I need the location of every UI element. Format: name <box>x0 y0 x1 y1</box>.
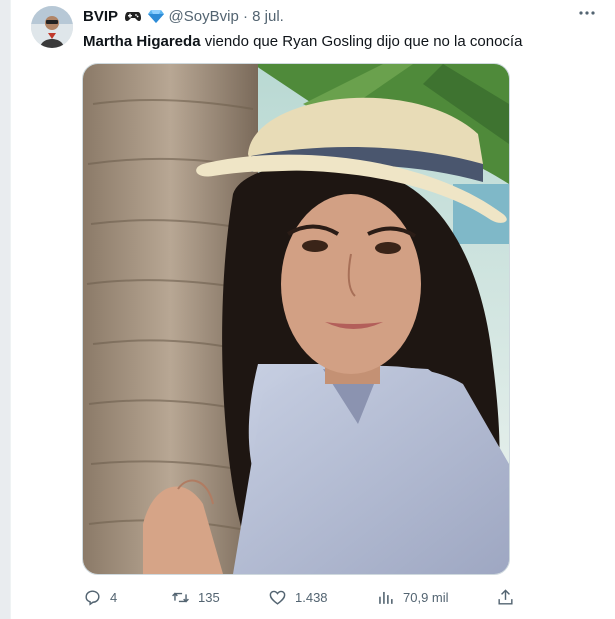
avatar[interactable] <box>31 6 73 48</box>
author-handle[interactable]: @SoyBvip <box>169 8 239 25</box>
separator-dot: · <box>242 8 248 25</box>
views-count: 70,9 mil <box>403 589 449 605</box>
retweet-count: 135 <box>198 589 220 605</box>
share-button[interactable] <box>496 583 523 611</box>
reply-icon <box>85 589 100 606</box>
retweet-button[interactable]: 135 <box>171 583 220 611</box>
like-count: 1.438 <box>295 589 328 605</box>
tweet-text: Martha Higareda viendo que Ryan Gosling … <box>83 33 522 50</box>
share-icon <box>498 588 513 605</box>
reply-count: 4 <box>110 589 118 605</box>
tweet-text-rest: viendo que Ryan Gosling dijo que no la c… <box>200 33 523 50</box>
tweet-header: BVIP @SoyBvip · 8 jul. <box>83 8 600 28</box>
reply-button[interactable]: 4 <box>83 583 117 611</box>
like-button[interactable]: 1.438 <box>268 583 328 611</box>
gamepad-icon <box>125 9 142 27</box>
author-name[interactable]: BVIP <box>83 8 118 25</box>
more-icon[interactable] <box>574 4 600 26</box>
tweet-actions: 4 135 1.438 70,9 mil <box>83 583 513 611</box>
tweet-date[interactable]: 8 jul. <box>252 8 284 25</box>
views-icon <box>379 591 393 604</box>
like-icon <box>269 590 286 605</box>
views-button[interactable]: 70,9 mil <box>376 583 449 611</box>
gem-icon <box>148 9 165 27</box>
retweet-icon <box>172 592 189 602</box>
tweet-image[interactable] <box>82 63 510 575</box>
tweet-card: BVIP @SoyBvip · 8 jul. Martha Higareda v… <box>10 0 615 619</box>
tweet-text-bold: Martha Higareda <box>83 33 201 50</box>
